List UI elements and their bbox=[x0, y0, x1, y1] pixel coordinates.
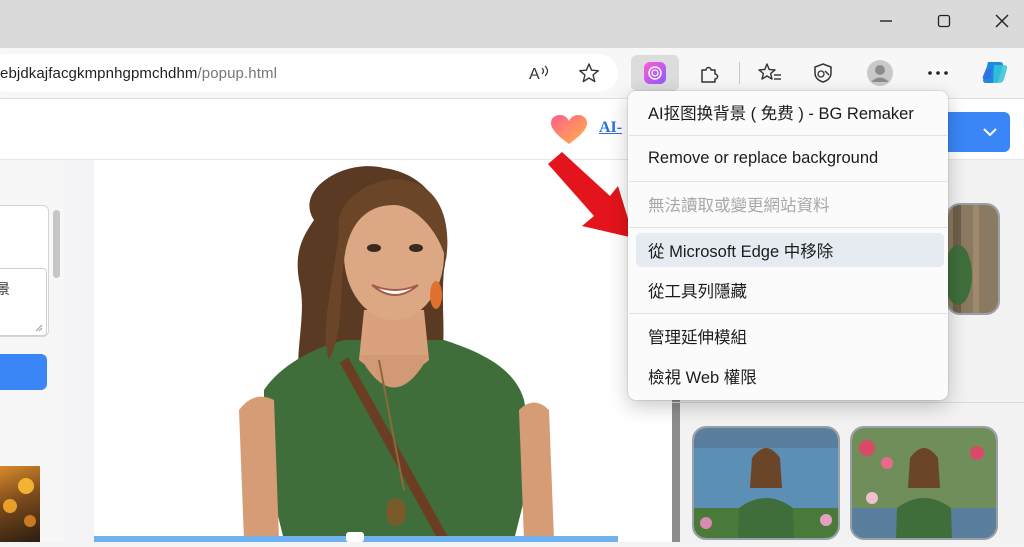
lake-background-image bbox=[694, 428, 838, 538]
menu-item-remove-replace-background[interactable]: Remove or replace background bbox=[636, 141, 944, 175]
favorite-star-icon bbox=[579, 63, 599, 83]
maximize-icon bbox=[937, 14, 951, 28]
favorites-list-icon bbox=[758, 63, 781, 80]
menu-item-site-access-disabled: 無法讀取或變更網站資料 bbox=[648, 197, 830, 215]
ai-site-link[interactable]: AI- bbox=[599, 119, 622, 137]
extension-active-icon bbox=[644, 62, 666, 84]
menu-separator bbox=[629, 181, 947, 182]
heart-logo bbox=[550, 114, 588, 151]
browser-essentials-button[interactable] bbox=[806, 57, 840, 89]
favorite-button[interactable] bbox=[572, 57, 606, 89]
text-input-area[interactable]: 景 bbox=[0, 268, 47, 336]
wood-background-image bbox=[948, 205, 998, 313]
copilot-icon bbox=[982, 62, 1008, 83]
red-pointer-arrow-icon bbox=[548, 152, 634, 238]
sample-thumbnail[interactable] bbox=[0, 466, 40, 542]
more-menu-icon bbox=[928, 71, 948, 75]
toolbar-divider bbox=[739, 62, 740, 84]
browser-essentials-icon bbox=[814, 63, 832, 83]
profile-avatar-icon bbox=[867, 60, 893, 86]
url-path: /popup.html bbox=[197, 65, 277, 82]
background-option-thumb[interactable] bbox=[850, 426, 998, 540]
copilot-button[interactable] bbox=[978, 57, 1012, 89]
menu-separator bbox=[629, 313, 947, 314]
read-aloud-button[interactable]: A bbox=[522, 57, 556, 89]
menu-item-view-web-permissions[interactable]: 檢視 Web 權限 bbox=[636, 359, 944, 393]
heart-icon bbox=[551, 115, 587, 144]
minimize-button[interactable] bbox=[864, 6, 908, 36]
menu-separator bbox=[629, 227, 947, 228]
flower-image bbox=[3, 478, 36, 527]
menu-item-extension-name[interactable]: AI抠图换背景 ( 免费 ) - BG Remaker bbox=[636, 95, 944, 129]
extensions-button[interactable] bbox=[692, 57, 726, 89]
resize-handle-icon[interactable] bbox=[35, 324, 43, 332]
background-option-thumb[interactable] bbox=[692, 426, 840, 540]
chevron-down-icon bbox=[983, 128, 997, 137]
text-fragment: 景 bbox=[0, 281, 10, 297]
svg-text:A: A bbox=[529, 66, 540, 83]
submit-button[interactable] bbox=[0, 354, 47, 390]
more-menu-button[interactable] bbox=[921, 57, 955, 89]
left-scrollbar[interactable] bbox=[53, 210, 60, 278]
panel-divider bbox=[672, 402, 1024, 403]
menu-item-manage-extensions[interactable]: 管理延伸模組 bbox=[636, 319, 944, 353]
background-option-thumb[interactable] bbox=[946, 203, 1000, 315]
menu-item-hide-from-toolbar[interactable]: 從工具列隱藏 bbox=[636, 273, 944, 307]
read-aloud-icon: A bbox=[529, 65, 549, 83]
menu-item-remove-from-edge[interactable]: 從 Microsoft Edge 中移除 bbox=[636, 233, 944, 267]
url-host: ebjdkajfacgkmpnhgpmchdhm bbox=[0, 65, 198, 82]
url-text: ebjdkajfacgkmpnhgpmchdhm/popup.html bbox=[0, 65, 277, 82]
close-window-button[interactable] bbox=[980, 6, 1024, 36]
progress-handle[interactable] bbox=[346, 532, 364, 542]
profile-button[interactable] bbox=[863, 57, 897, 89]
bg-remaker-extension-button[interactable] bbox=[631, 55, 679, 91]
close-icon bbox=[995, 14, 1009, 28]
minimize-icon bbox=[880, 20, 892, 22]
favorites-button[interactable] bbox=[753, 57, 787, 89]
content-gutter bbox=[64, 160, 94, 542]
garden-background-image bbox=[852, 428, 996, 538]
maximize-button[interactable] bbox=[922, 6, 966, 36]
extensions-puzzle-icon bbox=[701, 66, 719, 83]
menu-separator bbox=[629, 135, 947, 136]
